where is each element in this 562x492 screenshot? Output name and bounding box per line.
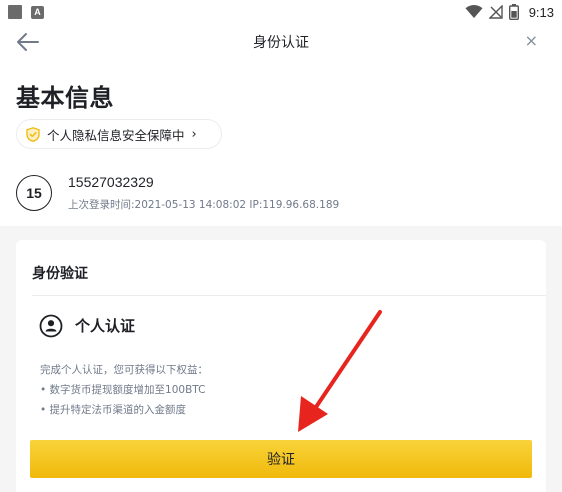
card-title: 身份验证 [32,266,88,282]
verify-button[interactable]: 验证 [30,440,532,478]
last-login-info: 上次登录时间:2021-05-13 14:08:02 IP:119.96.68.… [68,199,340,211]
divider [32,295,546,296]
benefit-item: • 数字货币提现额度增加至100BTC [40,384,206,396]
close-icon[interactable]: × [525,31,538,50]
square-icon [8,5,22,19]
benefit-item: • 提升特定法币渠道的入金额度 [40,404,187,416]
no-signal-icon [488,5,503,19]
page-title: 基本信息 [16,84,114,112]
chevron-right-icon: › [191,126,197,142]
personal-verification-title: 个人认证 [75,317,136,335]
user-circle-icon [39,314,63,338]
privacy-status-button[interactable]: 个人隐私信息安全保障中 › [16,119,222,149]
phone-number: 15527032329 [68,174,154,190]
arrow-left-icon[interactable] [16,32,40,52]
battery-icon [508,4,519,20]
privacy-label: 个人隐私信息安全保障中 [47,127,185,143]
status-icons: 9:13 [465,0,554,24]
shield-check-icon [26,126,40,142]
a-icon: A [31,5,44,19]
status-time: 9:13 [528,4,554,20]
page-header-title: 身份认证 [253,35,309,51]
nav-bar: 身份认证 × [0,24,562,60]
identity-verification-card: 身份验证 个人认证 完成个人认证，您可获得以下权益： • 数字货币提现额度增加至… [16,240,546,492]
wifi-icon [465,5,483,18]
status-bar: A 9:13 [0,0,562,24]
benefits-intro: 完成个人认证，您可获得以下权益： [40,364,208,376]
benefits-list: 完成个人认证，您可获得以下权益： • 数字货币提现额度增加至100BTC • 提… [40,360,208,420]
avatar: 15 [16,175,52,211]
